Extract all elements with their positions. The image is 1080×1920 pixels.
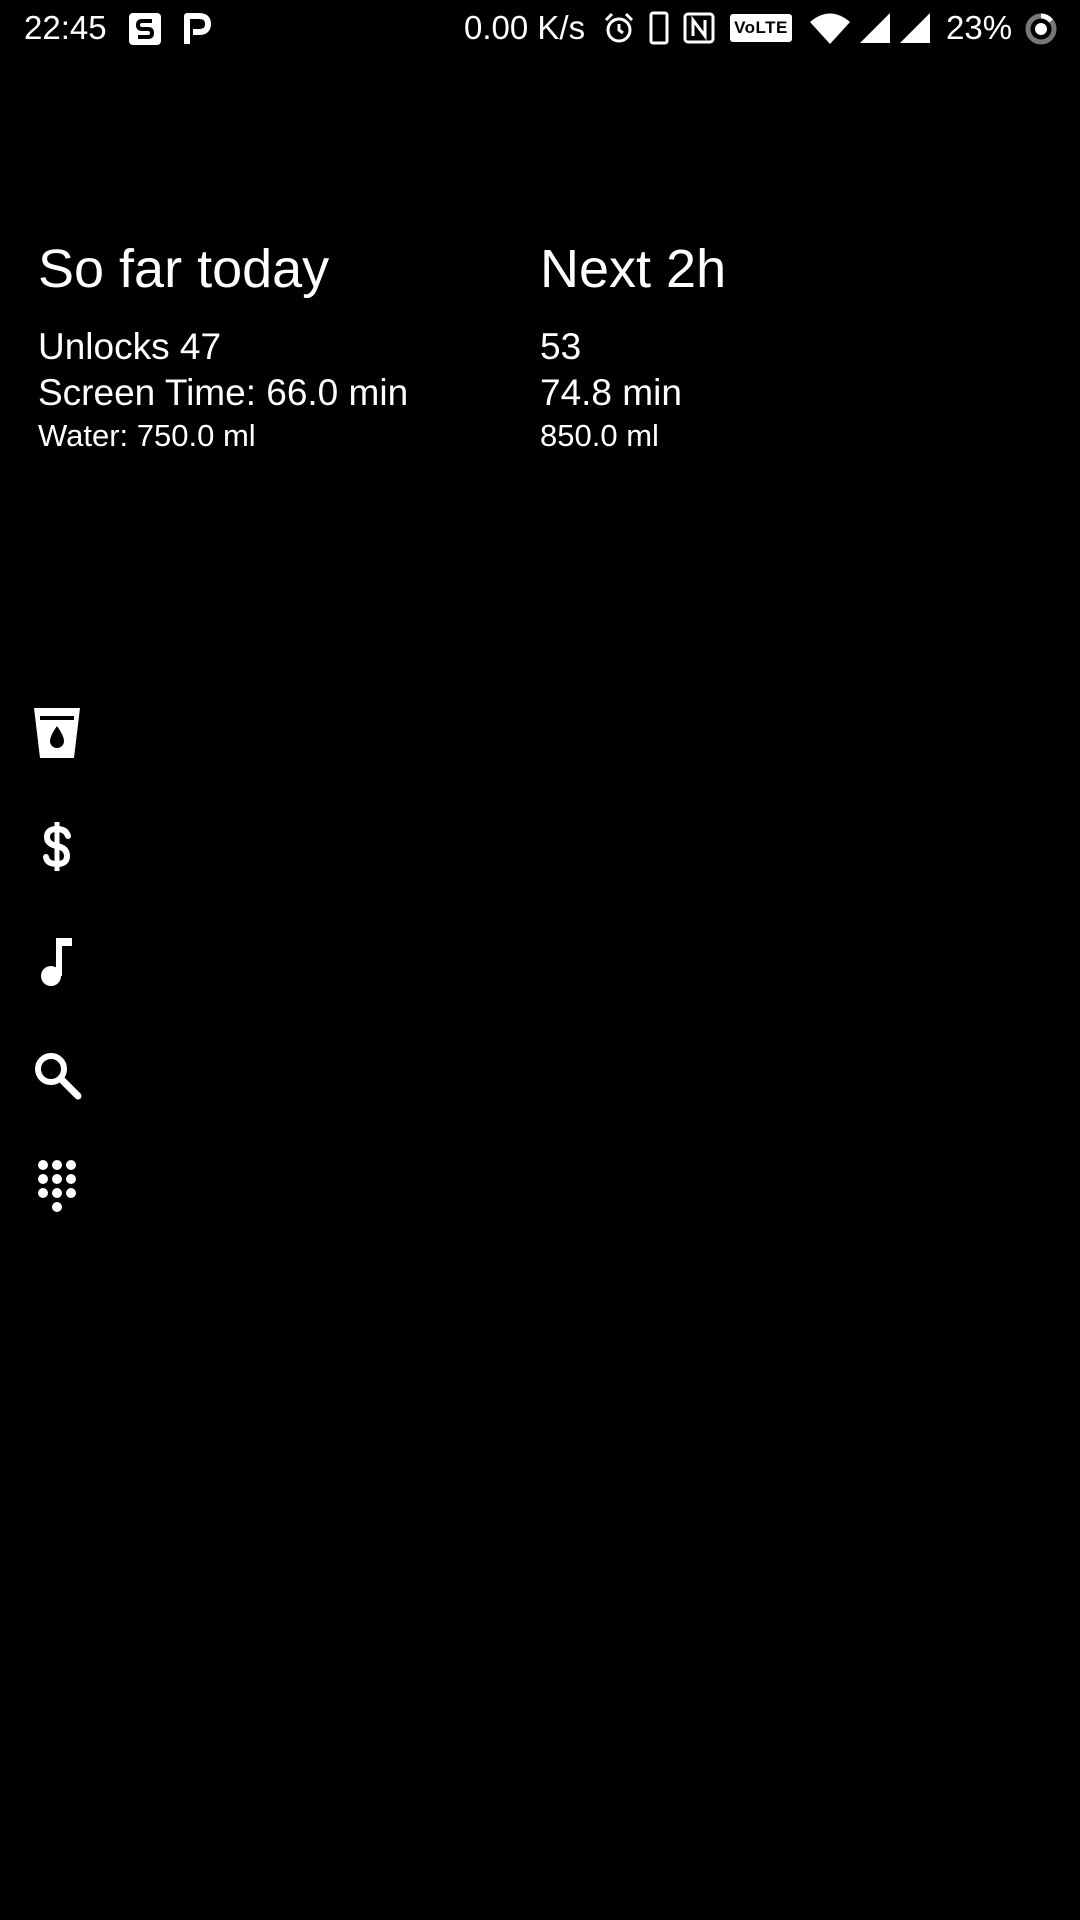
volte-icon: VoLTE [730,14,792,42]
dollar-icon[interactable] [26,816,88,878]
p-app-icon [184,13,211,44]
next-water: 850.0 ml [540,418,659,453]
battery-percent: 23% [946,9,1013,46]
status-time: 22:45 [24,9,107,46]
music-note-icon[interactable] [26,930,88,992]
water-cup-icon[interactable] [26,702,88,764]
next-screen-time: 74.8 min [540,372,682,413]
next-unlocks: 53 [540,326,582,367]
alarm-icon [604,12,634,43]
dialpad-icon[interactable] [26,1156,88,1218]
s-app-icon [129,13,161,45]
search-icon[interactable] [26,1044,88,1106]
nfc-icon [683,12,715,44]
signal-icon-2 [900,13,930,43]
today-water: Water: 750.0 ml [38,418,256,453]
wifi-icon [810,13,850,44]
network-speed: 0.00 K/s [464,9,586,46]
phone-icon [649,11,669,45]
next-heading: Next 2h [540,239,727,299]
today-heading: So far today [38,239,330,299]
battery-ring-icon [1025,13,1057,45]
today-stats: So far today Unlocks 47 Screen Time: 66.… [38,232,408,456]
next-2h-stats: Next 2h 53 74.8 min 850.0 ml [540,232,726,456]
today-screen-time: Screen Time: 66.0 min [38,372,409,413]
today-unlocks: Unlocks 47 [38,326,222,367]
status-bar: 22:45 0.00 K/s VoLTE 23% [0,0,1080,58]
signal-icon [860,13,890,43]
